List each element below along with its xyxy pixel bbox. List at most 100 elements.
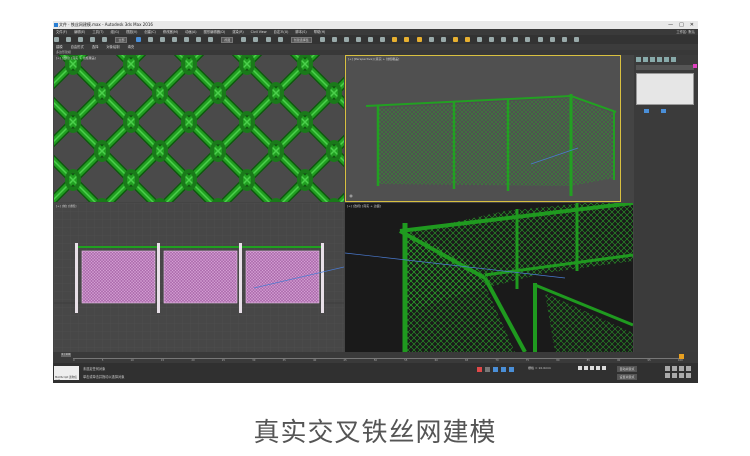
angle-snap-icon[interactable] [265, 37, 271, 42]
link-icon[interactable] [78, 37, 84, 42]
viewport-bottom-right[interactable]: [+] [透视] [真实 + 边面] [345, 203, 633, 352]
move-icon[interactable] [183, 37, 189, 42]
close-button[interactable]: ✕ [690, 21, 694, 29]
light-icon[interactable] [452, 37, 458, 42]
modify-tab-icon[interactable] [643, 57, 648, 62]
pan-icon[interactable] [672, 373, 677, 378]
viewport-label[interactable]: [+] [透视] [真实 + 线框覆盖] [56, 56, 96, 60]
viewport-top-right[interactable]: [+] [Perspective] [真实 + 线框覆盖] [345, 55, 621, 202]
time-slider[interactable]: 0 / 100 0 5 10 15 20 25 30 35 40 45 50 5… [53, 352, 698, 363]
time-slider-thumb[interactable]: 0 / 100 [61, 353, 71, 357]
next-frame-icon[interactable] [596, 366, 600, 370]
percent-snap-icon[interactable] [277, 37, 283, 42]
camera-icon[interactable] [464, 37, 470, 42]
sphere-icon[interactable] [440, 37, 446, 42]
cone-icon[interactable] [525, 37, 531, 42]
absolute-mode-icon[interactable] [485, 367, 490, 372]
tick-label: 0 [73, 359, 75, 362]
reference-coordinate-dropdown[interactable]: 视图 [221, 36, 234, 43]
object-name-field[interactable] [636, 65, 694, 70]
prev-frame-icon[interactable] [584, 366, 588, 370]
goto-end-icon[interactable] [602, 366, 606, 370]
torus-icon[interactable] [537, 37, 543, 42]
viewport-top-left[interactable]: [+] [透视] [真实 + 线框覆盖] [54, 55, 344, 202]
render-icon[interactable] [416, 37, 422, 42]
auto-key-button[interactable]: 自动关键点 [617, 366, 637, 372]
modifier-stack-list[interactable] [636, 73, 694, 105]
curve-editor-icon[interactable] [356, 37, 362, 42]
rotate-icon[interactable] [196, 37, 202, 42]
select-object-icon[interactable] [135, 37, 141, 42]
fov-icon[interactable] [665, 373, 670, 378]
layer-icon[interactable] [344, 37, 350, 42]
selection-filter-dropdown[interactable]: 全部 [115, 36, 128, 43]
teapot-icon[interactable] [513, 37, 519, 42]
key-icon[interactable] [679, 354, 684, 359]
orbit-icon[interactable] [679, 373, 684, 378]
spacewarp-icon[interactable] [489, 37, 495, 42]
maximize-viewport-icon[interactable] [686, 373, 691, 378]
command-panel-tabs [636, 57, 676, 62]
schematic-icon[interactable] [368, 37, 374, 42]
tick-label: 70 [495, 359, 499, 362]
bind-space-warp-icon[interactable] [102, 37, 108, 42]
tube-icon[interactable] [573, 37, 579, 42]
zoom-extents-all-icon[interactable] [686, 366, 691, 371]
snap-icon[interactable] [253, 37, 259, 42]
show-end-result-icon[interactable] [661, 109, 666, 113]
object-color-swatch[interactable] [693, 64, 697, 68]
z-field[interactable] [509, 367, 514, 372]
viewport-label[interactable]: [+] [前] [线框] [56, 204, 76, 208]
viewport-bottom-left[interactable]: [+] [前] [线框] [54, 203, 344, 352]
minimize-button[interactable]: — [668, 21, 673, 29]
zoom-all-icon[interactable] [672, 366, 677, 371]
viewport-label[interactable]: [+] [透视] [真实 + 边面] [347, 204, 381, 208]
tick-label: 55 [404, 359, 408, 362]
unlink-icon[interactable] [90, 37, 96, 42]
zoom-extents-icon[interactable] [679, 366, 684, 371]
align-icon[interactable] [331, 37, 337, 42]
plane-icon[interactable] [549, 37, 555, 42]
viewport-navigation [665, 366, 691, 378]
x-field[interactable] [493, 367, 498, 372]
set-key-button[interactable]: 设置关键点 [617, 374, 637, 380]
undo-icon[interactable] [54, 37, 59, 42]
pivot-icon[interactable] [241, 37, 247, 42]
viewport-label[interactable]: [+] [Perspective] [真实 + 线框覆盖] [348, 57, 399, 61]
create-tab-icon[interactable] [636, 57, 641, 62]
rectangle-selection-icon[interactable] [159, 37, 165, 42]
display-tab-icon[interactable] [664, 57, 669, 62]
ribbon-panel-label[interactable]: 多边形建模 [56, 50, 71, 54]
app-icon [54, 23, 58, 27]
zoom-icon[interactable] [665, 366, 670, 371]
maxscript-listener[interactable]: MAXScript 迷你侦听器 [54, 366, 79, 383]
window-title: 文件 · 铁丝网建模.max - Autodesk 3ds Max 2016 [59, 22, 153, 27]
named-selection-set-dropdown[interactable]: 创建选择集 [290, 36, 312, 43]
lock-selection-icon[interactable] [477, 367, 482, 372]
render-frame-icon[interactable] [404, 37, 410, 42]
caption: 真实交叉铁丝网建模 [253, 418, 497, 448]
maximize-button[interactable]: □ [679, 21, 684, 29]
window-crossing-icon[interactable] [171, 37, 177, 42]
cylinder-icon[interactable] [561, 37, 567, 42]
pin-stack-icon[interactable] [644, 109, 649, 113]
selection-status: 未选定任何对象 [83, 367, 106, 371]
material-editor-icon[interactable] [380, 37, 386, 42]
grid-size: 栅格 = 10.0mm [528, 366, 551, 370]
play-icon[interactable] [590, 366, 594, 370]
hierarchy-tab-icon[interactable] [650, 57, 655, 62]
utilities-tab-icon[interactable] [671, 57, 676, 62]
tick-label: 25 [221, 359, 226, 362]
helper-icon[interactable] [477, 37, 483, 42]
redo-icon[interactable] [66, 37, 72, 42]
render-setup-icon[interactable] [392, 37, 398, 42]
motion-tab-icon[interactable] [657, 57, 662, 62]
tick-label: 40 [312, 359, 317, 362]
mirror-icon[interactable] [319, 37, 325, 42]
box-icon[interactable] [428, 37, 434, 42]
select-by-name-icon[interactable] [147, 37, 153, 42]
goto-start-icon[interactable] [578, 366, 582, 370]
scale-icon[interactable] [208, 37, 214, 42]
systems-icon[interactable] [501, 37, 507, 42]
y-field[interactable] [501, 367, 506, 372]
